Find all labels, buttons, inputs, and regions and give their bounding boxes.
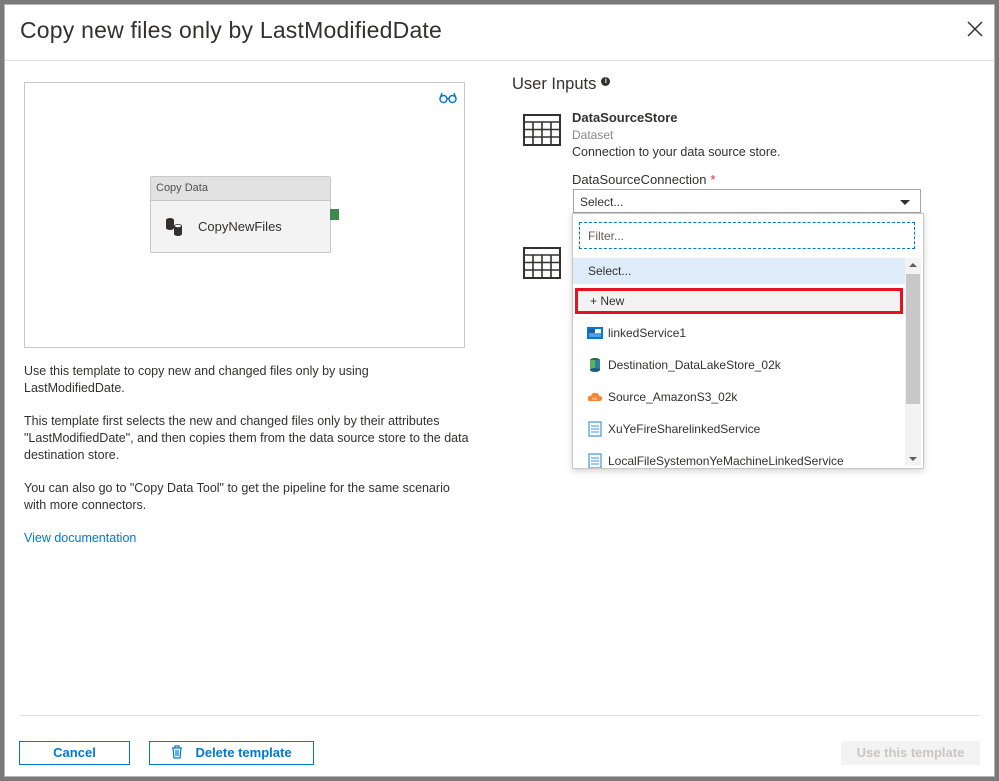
- option-label: XuYeFireSharelinkedService: [608, 422, 761, 436]
- amazon-s3-icon: S3: [587, 392, 603, 401]
- option-label: linkedService1: [608, 326, 687, 340]
- svg-text:S3: S3: [592, 396, 598, 401]
- option-select[interactable]: Select...: [573, 258, 905, 284]
- pipeline-canvas: Copy Data CopyNewFiles: [24, 82, 465, 348]
- option-linked-service[interactable]: LocalFileSystemonYeMachineLinkedService: [573, 448, 905, 468]
- info-icon[interactable]: i: [601, 77, 611, 86]
- copy-data-icon: [166, 218, 182, 236]
- dialog-title: Copy new files only by LastModifiedDate: [20, 17, 443, 43]
- required-marker: *: [710, 172, 716, 187]
- option-label: Source_AmazonS3_02k: [608, 390, 738, 404]
- description-paragraph: You can also go to "Copy Data Tool" to g…: [24, 481, 450, 512]
- user-inputs-label: User Inputs: [512, 75, 597, 93]
- connection-label-text: DataSourceConnection: [572, 172, 707, 187]
- dataset-description: Connection to your data source store.: [572, 145, 781, 159]
- scroll-up-arrow-icon[interactable]: [909, 263, 917, 267]
- chevron-down-icon[interactable]: [900, 200, 910, 205]
- copy-data-activity[interactable]: Copy Data CopyNewFiles: [150, 176, 331, 253]
- view-documentation-link[interactable]: View documentation: [24, 531, 136, 545]
- storage-icon: [587, 327, 603, 339]
- connection-dropdown: Select... + New linkedService1 Destinati…: [572, 213, 924, 469]
- description-paragraph: Use this template to copy new and change…: [24, 364, 369, 395]
- option-new[interactable]: + New: [575, 288, 903, 314]
- dropdown-scrollbar[interactable]: [905, 258, 921, 466]
- template-dialog: Copy new files only by LastModifiedDate …: [4, 4, 995, 777]
- select-value: Select...: [580, 195, 624, 209]
- option-label: Destination_DataLakeStore_02k: [608, 358, 781, 372]
- close-icon[interactable]: [963, 17, 987, 41]
- scrollbar-thumb[interactable]: [906, 274, 920, 404]
- file-share-icon: [588, 421, 602, 437]
- cancel-button[interactable]: Cancel: [19, 741, 130, 765]
- header-divider: [5, 60, 994, 61]
- delete-template-label: Delete template: [195, 745, 292, 760]
- template-description: Use this template to copy new and change…: [24, 363, 469, 530]
- option-label: Select...: [588, 264, 632, 278]
- data-lake-store-icon: [590, 358, 600, 372]
- dataset-type: Dataset: [572, 128, 614, 142]
- connection-label: DataSourceConnection *: [572, 172, 715, 187]
- dataset-table-icon: [523, 114, 561, 146]
- footer-divider: [19, 715, 980, 716]
- dataset-table-icon: [523, 247, 561, 279]
- option-linked-service[interactable]: linkedService1: [573, 320, 905, 346]
- connection-select[interactable]: Select...: [573, 189, 921, 213]
- option-linked-service[interactable]: XuYeFireSharelinkedService: [573, 416, 905, 442]
- delete-template-button[interactable]: Delete template: [149, 741, 314, 765]
- glasses-icon[interactable]: [439, 92, 457, 104]
- file-system-icon: [588, 453, 602, 468]
- trash-icon: [172, 745, 183, 759]
- user-inputs-title: User Inputs i: [512, 75, 611, 94]
- activity-header: Copy Data: [151, 177, 330, 201]
- option-linked-service[interactable]: Destination_DataLakeStore_02k: [573, 352, 905, 378]
- option-linked-service[interactable]: S3 Source_AmazonS3_02k: [573, 384, 905, 410]
- activity-name: CopyNewFiles: [198, 219, 282, 234]
- scroll-down-arrow-icon[interactable]: [909, 457, 917, 461]
- option-label: + New: [590, 294, 625, 308]
- description-paragraph: This template first selects the new and …: [24, 414, 469, 462]
- use-template-button[interactable]: Use this template: [841, 741, 980, 765]
- option-label: LocalFileSystemonYeMachineLinkedService: [608, 454, 844, 468]
- dataset-name: DataSourceStore: [572, 110, 678, 125]
- filter-input[interactable]: [579, 222, 915, 249]
- activity-output-connector[interactable]: [330, 209, 339, 220]
